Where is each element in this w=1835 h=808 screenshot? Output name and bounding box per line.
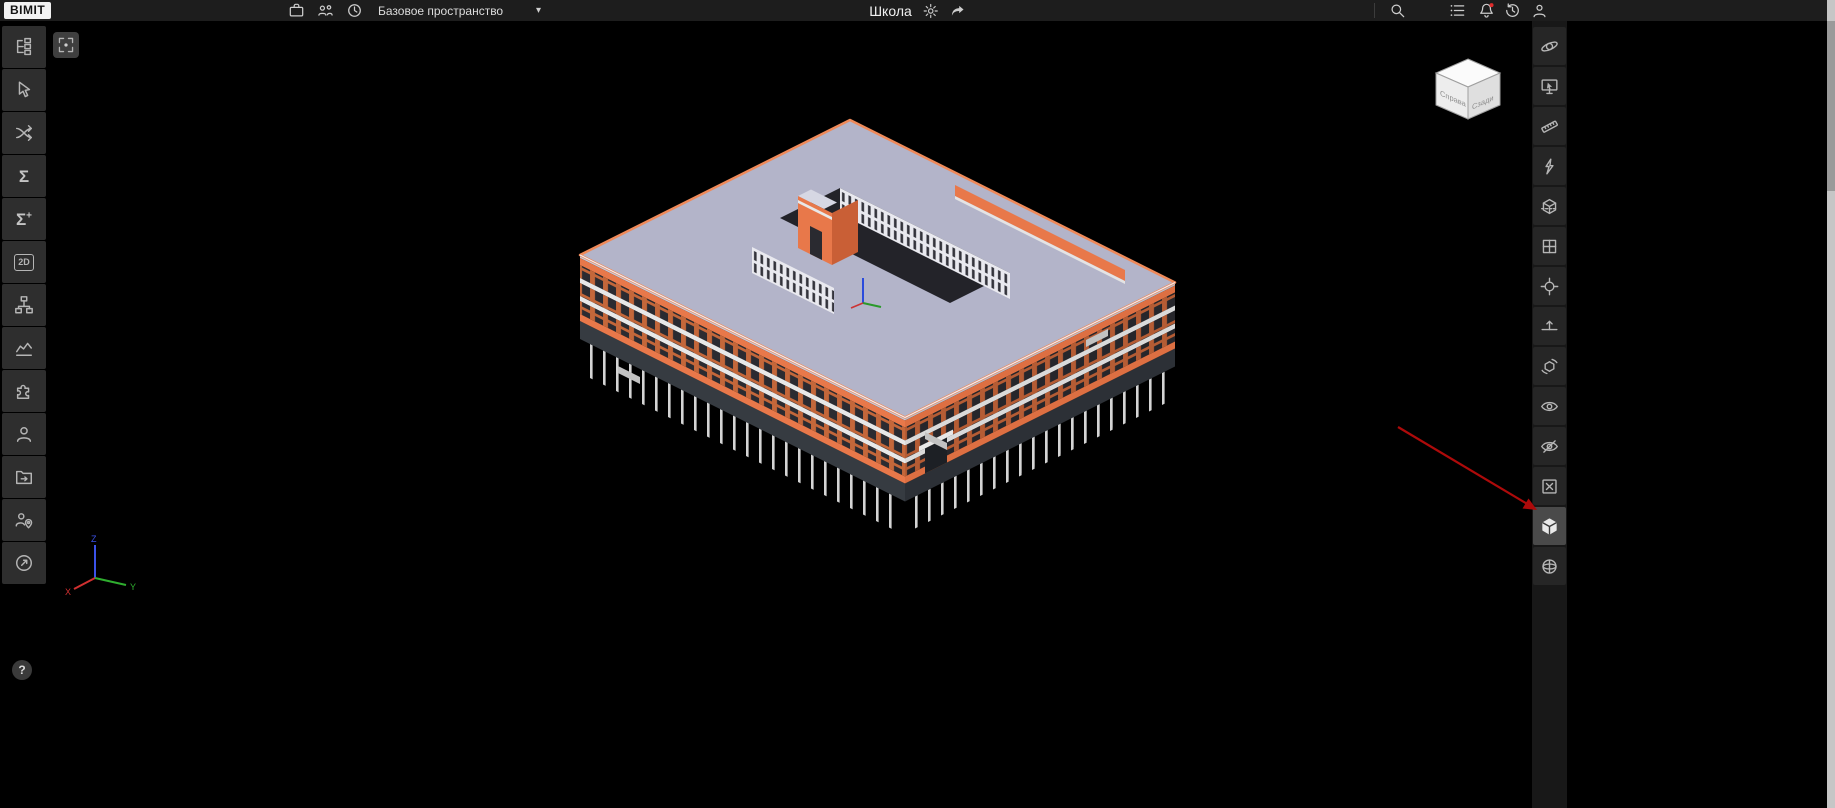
orbit-view-button[interactable] (1533, 27, 1566, 65)
folder-share-icon (14, 467, 34, 487)
settings-gear-icon[interactable] (923, 3, 939, 19)
axis-y-label: Y (130, 582, 136, 592)
profile-icon[interactable] (1531, 2, 1549, 20)
cursor-icon (14, 80, 34, 100)
org-chart-icon (14, 295, 34, 315)
show-elements-button[interactable] (1533, 387, 1566, 425)
monitor-cursor-icon (1540, 77, 1559, 96)
axis-z-label: Z (91, 534, 97, 544)
view-cube[interactable]: Справа Сзади (1430, 56, 1506, 124)
gauge-icon (14, 553, 34, 573)
top-bar: BIMIT Базовое пространство ▾ Школа (0, 0, 1835, 21)
charts-button[interactable] (2, 327, 46, 369)
help-button[interactable]: ? (12, 660, 32, 680)
section-box-icon (1540, 237, 1559, 256)
cube-icon (1540, 517, 1559, 536)
measure-button[interactable] (1533, 107, 1566, 145)
share-icon[interactable] (950, 3, 966, 19)
fit-frame-icon (57, 36, 75, 54)
left-toolbar: Σ Σ+ 2D (2, 26, 46, 585)
ruler-icon (1540, 117, 1559, 136)
eye-off-icon (1540, 437, 1559, 456)
sigma-plus-icon: Σ+ (16, 211, 32, 228)
view-2d-button[interactable]: 2D (2, 241, 46, 283)
model-tree-icon (14, 37, 34, 57)
eye-icon (1540, 397, 1559, 416)
navigation-gizmo-button[interactable] (1533, 547, 1566, 585)
calculations-add-button[interactable]: Σ+ (2, 198, 46, 240)
clear-selection-button[interactable] (1533, 467, 1566, 505)
axis-triad: Z X Y (58, 533, 143, 597)
building-model (580, 120, 1175, 533)
user-geo-button[interactable] (2, 499, 46, 541)
calculations-button[interactable]: Σ (2, 155, 46, 197)
topbar-divider (1374, 3, 1375, 18)
shared-folders-button[interactable] (2, 456, 46, 498)
crossing-arrows-icon (14, 123, 34, 143)
fit-selection-button[interactable] (53, 32, 79, 58)
section-cut-button[interactable] (1533, 147, 1566, 185)
scrollbar-thumb[interactable] (1827, 21, 1835, 191)
space-selector-dropdown[interactable]: Базовое пространство ▾ (378, 0, 543, 21)
project-title: Школа (869, 3, 912, 19)
lightning-icon (1540, 157, 1559, 176)
model-cube-button[interactable] (1533, 507, 1566, 545)
axis-x-label: X (65, 587, 71, 597)
section-plane-button[interactable] (1533, 187, 1566, 225)
orbit-icon (1540, 37, 1559, 56)
cube-section-icon (1540, 197, 1559, 216)
users-button[interactable] (2, 413, 46, 455)
clip-plane-button[interactable] (1533, 307, 1566, 345)
line-chart-icon (14, 338, 34, 358)
user-icon (14, 424, 34, 444)
sphere-gizmo-icon (1540, 557, 1559, 576)
search-icon[interactable] (1389, 2, 1407, 20)
rotate-model-button[interactable] (1533, 347, 1566, 385)
user-location-icon (14, 510, 34, 530)
workspace-icon[interactable] (288, 2, 305, 19)
x-box-icon (1540, 477, 1559, 496)
sigma-icon: Σ (19, 168, 29, 185)
org-structure-button[interactable] (2, 284, 46, 326)
clip-plane-icon (1540, 317, 1559, 336)
right-toolbar (1532, 21, 1567, 808)
plugins-button[interactable] (2, 370, 46, 412)
dashboards-button[interactable] (2, 542, 46, 584)
space-selector-value: Базовое пространство (378, 4, 503, 18)
menu-list-icon[interactable] (1449, 2, 1467, 20)
chevron-down-icon: ▾ (536, 5, 541, 16)
crosshair-icon (1540, 277, 1559, 296)
clash-detection-button[interactable] (2, 112, 46, 154)
app-logo[interactable]: BIMIT (4, 2, 51, 19)
vertical-scrollbar[interactable] (1827, 0, 1835, 808)
cube-rotate-icon (1540, 357, 1559, 376)
hide-elements-button[interactable] (1533, 427, 1566, 465)
notifications-bell-icon[interactable] (1478, 2, 1496, 20)
focus-selection-button[interactable] (1533, 267, 1566, 305)
section-box-button[interactable] (1533, 227, 1566, 265)
2d-icon: 2D (14, 254, 34, 271)
model-structure-button[interactable] (2, 26, 46, 68)
time-icon[interactable] (346, 2, 363, 19)
selection-button[interactable] (2, 69, 46, 111)
puzzle-icon (14, 381, 34, 401)
history-icon[interactable] (1504, 2, 1522, 20)
team-icon[interactable] (316, 2, 335, 19)
unread-badge (1490, 3, 1494, 7)
screen-cursor-button[interactable] (1533, 67, 1566, 105)
